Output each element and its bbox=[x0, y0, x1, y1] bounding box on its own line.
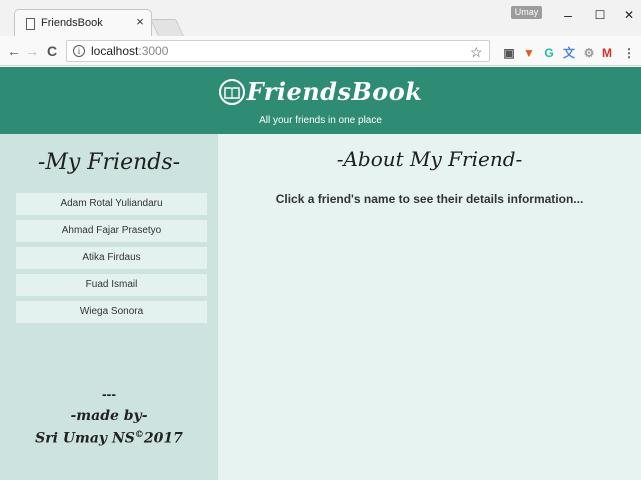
copyright-mark: © bbox=[134, 430, 144, 440]
sidebar-title: -My Friends- bbox=[37, 150, 181, 175]
tagline: All your friends in one place bbox=[259, 115, 382, 126]
translate-extension-icon[interactable]: 文 bbox=[562, 46, 576, 60]
author-name: Sri Umay NS bbox=[35, 430, 135, 447]
gmail-extension-icon[interactable]: M bbox=[600, 46, 614, 60]
new-tab-button[interactable] bbox=[150, 19, 184, 36]
friends-sidebar: -My Friends- Adam Rotal Yuliandaru Ahmad… bbox=[0, 134, 218, 480]
brand-name: FriendsBook bbox=[246, 77, 423, 106]
friend-list: Adam Rotal Yuliandaru Ahmad Fajar Praset… bbox=[16, 193, 207, 328]
friend-item[interactable]: Ahmad Fajar Prasetyo bbox=[16, 220, 207, 242]
browser-tab[interactable]: FriendsBook × bbox=[14, 9, 152, 37]
url-port: :3000 bbox=[138, 44, 169, 58]
url-text: localhost:3000 bbox=[91, 44, 168, 58]
pocket-extension-icon[interactable]: ▣ bbox=[502, 46, 516, 60]
forward-icon[interactable]: → bbox=[24, 42, 40, 60]
friend-item[interactable]: Fuad Ismail bbox=[16, 274, 207, 296]
back-icon[interactable]: ← bbox=[6, 42, 22, 60]
main-title: -About My Friend- bbox=[336, 147, 523, 171]
menu-icon[interactable]: ⋮ bbox=[622, 46, 636, 60]
footer-made-by: -made by- bbox=[70, 408, 148, 424]
friend-item[interactable]: Wiega Sonora bbox=[16, 301, 207, 323]
site-header: FriendsBook All your friends in one plac… bbox=[0, 67, 641, 134]
grammarly-extension-icon[interactable]: G bbox=[542, 46, 556, 60]
browser-titlebar: FriendsBook × Umay – ☐ ✕ bbox=[0, 0, 641, 37]
footer-separator: --- bbox=[102, 386, 116, 402]
friend-item[interactable]: Atika Firdaus bbox=[16, 247, 207, 269]
close-window-icon[interactable]: ✕ bbox=[621, 6, 637, 24]
page-icon bbox=[26, 18, 35, 30]
friend-item[interactable]: Adam Rotal Yuliandaru bbox=[16, 193, 207, 215]
reload-icon[interactable]: C bbox=[44, 42, 60, 60]
copyright-year: 2017 bbox=[143, 430, 183, 447]
profile-badge[interactable]: Umay bbox=[511, 6, 542, 19]
book-icon bbox=[218, 78, 245, 105]
address-bar[interactable]: i localhost:3000 bbox=[66, 40, 490, 62]
url-host: localhost bbox=[91, 44, 139, 58]
brand: FriendsBook bbox=[0, 77, 641, 106]
maximize-icon[interactable]: ☐ bbox=[592, 6, 608, 24]
page: FriendsBook All your friends in one plac… bbox=[0, 67, 641, 480]
tab-title: FriendsBook bbox=[41, 17, 103, 29]
info-icon[interactable]: i bbox=[73, 45, 85, 57]
main-hint: Click a friend's name to see their detai… bbox=[275, 192, 584, 206]
browser-toolbar: ← → C i localhost:3000 ☆ ▣ ▼ G 文 ⚙ M ⋮ bbox=[0, 36, 641, 66]
settings-extension-icon[interactable]: ⚙ bbox=[582, 46, 596, 60]
vivaldi-extension-icon[interactable]: ▼ bbox=[522, 46, 536, 60]
minimize-icon[interactable]: – bbox=[560, 6, 576, 24]
tab-close-icon[interactable]: × bbox=[133, 14, 147, 29]
bookmark-star-icon[interactable]: ☆ bbox=[470, 44, 483, 61]
footer-author: Sri Umay NS©2017 bbox=[0, 430, 218, 447]
